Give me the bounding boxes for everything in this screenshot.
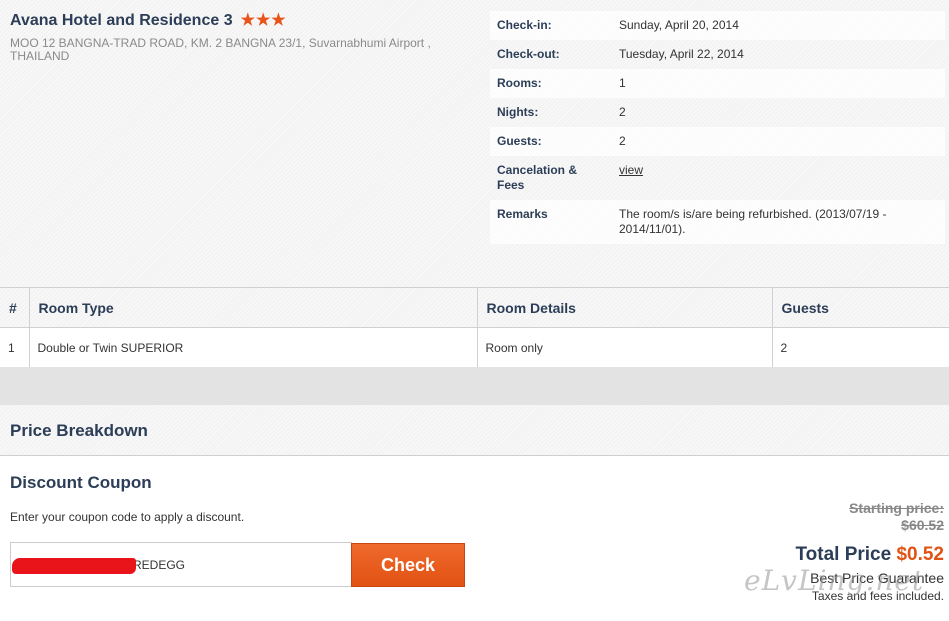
remarks-value: The room/s is/are being refurbished. (20… <box>612 200 945 244</box>
guests-label: Guests: <box>490 127 612 156</box>
room-number-cell: 1 <box>0 327 30 368</box>
price-breakdown-header: Price Breakdown <box>0 405 949 456</box>
cancelation-cell: view <box>612 156 945 200</box>
booking-row-checkin: Check-in: Sunday, April 20, 2014 <box>490 11 945 40</box>
rooms-value: 1 <box>612 69 945 98</box>
room-guests-cell: 2 <box>772 327 949 368</box>
booking-details: Check-in: Sunday, April 20, 2014 Check-o… <box>490 11 945 244</box>
hotel-title: Avana Hotel and Residence 3 ★★★ <box>10 10 287 30</box>
booking-row-checkout: Check-out: Tuesday, April 22, 2014 <box>490 40 945 69</box>
nights-label: Nights: <box>497 105 539 119</box>
checkout-value: Tuesday, April 22, 2014 <box>619 47 744 61</box>
col-guests-header: Guests <box>772 287 949 328</box>
section-divider <box>0 367 949 405</box>
coupon-description: Enter your coupon code to apply a discou… <box>10 510 245 524</box>
room-type-cell: Double or Twin SUPERIOR <box>29 327 478 368</box>
hotel-summary: Avana Hotel and Residence 3 ★★★ MOO 12 BA… <box>0 0 949 287</box>
cancelation-label: Cancelation & Fees <box>497 163 578 192</box>
checkin-label: Check-in: <box>490 11 612 40</box>
booking-row-nights: Nights: 2 <box>490 98 945 127</box>
nights-value: 2 <box>619 105 626 119</box>
starting-price-label: Starting price: <box>849 500 944 516</box>
check-coupon-button[interactable]: Check <box>351 543 465 587</box>
booking-row-rooms: Rooms: 1 <box>490 69 945 98</box>
total-price: Total Price $0.52 <box>795 544 944 566</box>
col-number-header: # <box>0 287 30 328</box>
hotel-address: MOO 12 BANGNA-TRAD ROAD, KM. 2 BANGNA 23… <box>10 36 431 63</box>
booking-row-remarks: Remarks The room/s is/are being refurbis… <box>490 200 945 244</box>
booking-row-guests: Guests: 2 <box>490 127 945 156</box>
checkout-label: Check-out: <box>497 47 560 61</box>
room-table-header: # Room Type Room Details Guests <box>0 287 949 328</box>
total-price-value: $0.52 <box>896 544 944 565</box>
total-price-label: Total Price <box>795 544 892 565</box>
rooms-label: Rooms: <box>490 69 612 98</box>
guests-value: 2 <box>612 127 945 156</box>
booking-row-cancelation: Cancelation & Fees view <box>490 156 945 200</box>
cancelation-view-link[interactable]: view <box>619 163 643 177</box>
remarks-label: Remarks <box>490 200 612 244</box>
room-table: # Room Type Room Details Guests 1 Double… <box>0 287 949 368</box>
redaction-mark <box>12 558 136 574</box>
checkin-value: Sunday, April 20, 2014 <box>612 11 945 40</box>
star-rating-icon: ★★★ <box>240 12 287 29</box>
price-summary: Starting price: $60.52 Total Price $0.52… <box>795 500 944 603</box>
table-row: 1 Double or Twin SUPERIOR Room only 2 <box>0 327 949 368</box>
starting-price-value: $60.52 <box>901 517 944 533</box>
room-details-cell: Room only <box>477 327 773 368</box>
taxes-note: Taxes and fees included. <box>811 589 944 603</box>
price-breakdown-title: Price Breakdown <box>10 421 148 440</box>
best-price-guarantee: Best Price Guarantee <box>810 570 944 586</box>
col-room-type-header: Room Type <box>29 287 478 328</box>
col-room-details-header: Room Details <box>477 287 773 328</box>
discount-coupon-title: Discount Coupon <box>10 473 152 492</box>
hotel-name: Avana Hotel and Residence 3 <box>10 12 233 29</box>
